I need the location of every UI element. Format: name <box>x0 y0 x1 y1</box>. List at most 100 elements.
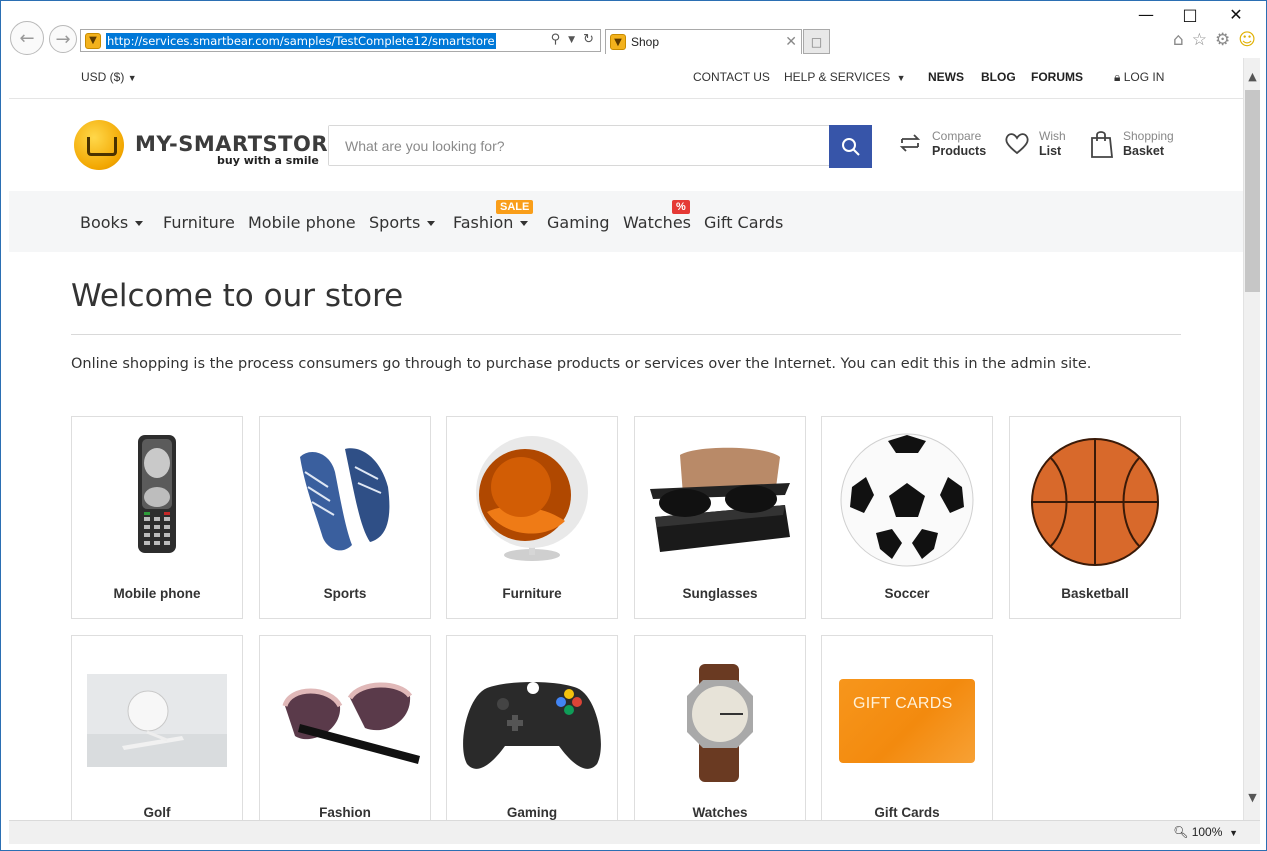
minimize-button[interactable]: — <box>1123 5 1169 24</box>
page-title: Welcome to our store <box>71 278 404 314</box>
scroll-down-arrow-icon[interactable]: ▼ <box>1244 791 1261 809</box>
tab-close-icon[interactable]: ✕ <box>785 34 797 50</box>
category-label[interactable]: Watches <box>635 805 805 820</box>
back-button[interactable]: ← <box>10 21 44 55</box>
soccer-ball-icon <box>840 433 974 567</box>
menu-item-gaming[interactable]: Gaming <box>547 213 610 232</box>
sneakers-icon <box>300 448 390 551</box>
basket-logo-icon[interactable] <box>74 120 124 170</box>
help-services-label: HELP & SERVICES <box>784 70 891 84</box>
logo-name[interactable]: MY-SMARTSTORE <box>135 132 343 156</box>
category-label[interactable]: Sunglasses <box>635 586 805 601</box>
feedback-smiley-icon[interactable]: ☺ <box>1238 30 1256 50</box>
currency-selector[interactable]: USD ($) ▼ <box>81 70 137 84</box>
percent-badge: % <box>672 200 690 214</box>
category-label[interactable]: Basketball <box>1010 586 1180 601</box>
blog-link[interactable]: BLOG <box>981 70 1016 84</box>
basketball-icon <box>1031 438 1159 566</box>
menu-item-fashion[interactable]: Fashion <box>453 213 529 232</box>
search-button[interactable] <box>829 125 872 168</box>
chevron-down-icon: ▼ <box>127 73 137 83</box>
scroll-up-arrow-icon[interactable]: ▲ <box>1244 70 1261 88</box>
home-icon[interactable]: ⌂ <box>1173 30 1184 50</box>
fashion-sunglasses-icon <box>282 682 420 764</box>
category-tile-soccer[interactable]: Soccer <box>821 416 993 619</box>
logo-tagline: buy with a smile <box>217 154 319 167</box>
heart-icon <box>1005 133 1029 155</box>
shopping-bag-icon <box>1091 131 1113 158</box>
category-label[interactable]: Mobile phone <box>72 586 242 601</box>
address-url[interactable]: http://services.smartbear.com/samples/Te… <box>106 32 496 49</box>
menu-item-books[interactable]: Books <box>80 213 144 232</box>
category-label[interactable]: Gift Cards <box>822 805 992 820</box>
forward-arrow-icon: → <box>55 28 71 50</box>
gift-card-icon: GIFT CARDS <box>822 636 992 801</box>
news-link[interactable]: NEWS <box>928 70 964 84</box>
zoom-level[interactable]: 🔍︎ 100% ▼ <box>1173 825 1238 839</box>
vertical-scrollbar[interactable]: ▲ ▼ <box>1243 58 1260 820</box>
category-menu: Books Furniture Mobile phone Sports Fash… <box>9 191 1243 252</box>
top-bar: USD ($) ▼ CONTACT US HELP & SERVICES ▼ N… <box>9 58 1243 99</box>
wishlist-button[interactable]: Wish List <box>1003 129 1073 161</box>
contact-us-link[interactable]: CONTACT US <box>693 70 770 84</box>
menu-label: Fashion <box>453 213 514 232</box>
menu-item-watches[interactable]: Watches <box>623 213 691 232</box>
help-services-menu[interactable]: HELP & SERVICES ▼ <box>784 70 906 84</box>
category-label[interactable]: Fashion <box>260 805 430 820</box>
category-tile-watches[interactable]: Watches <box>634 635 806 820</box>
category-tile-gift-cards[interactable]: GIFT CARDS Gift Cards <box>821 635 993 820</box>
caret-down-icon <box>520 221 529 226</box>
menu-item-furniture[interactable]: Furniture <box>163 213 235 232</box>
scrollbar-thumb[interactable] <box>1245 90 1260 292</box>
browser-window: — □ ✕ ← → ▼ http://services.smartbear.co… <box>0 0 1267 851</box>
category-tile-gaming[interactable]: Gaming <box>446 635 618 820</box>
category-tile-furniture[interactable]: Furniture <box>446 416 618 619</box>
sale-badge: SALE <box>496 200 534 214</box>
category-tile-sunglasses[interactable]: Sunglasses <box>634 416 806 619</box>
divider <box>71 334 1181 335</box>
search-icon[interactable]: ⚲ <box>551 32 561 47</box>
search-input[interactable] <box>329 126 829 165</box>
category-label[interactable]: Furniture <box>447 586 617 601</box>
dropdown-icon[interactable]: ▼ <box>568 32 575 47</box>
forums-link[interactable]: FORUMS <box>1031 70 1083 84</box>
login-label: LOG IN <box>1123 70 1165 84</box>
back-arrow-icon: ← <box>19 27 35 49</box>
maximize-button[interactable]: □ <box>1167 5 1213 24</box>
menu-item-mobile-phone[interactable]: Mobile phone <box>248 213 356 232</box>
browser-tab[interactable]: ▼ Shop ✕ <box>605 29 802 54</box>
site-header: MY-SMARTSTORE buy with a smile Compare P… <box>9 99 1243 191</box>
category-tile-sports[interactable]: Sports <box>259 416 431 619</box>
menu-item-gift-cards[interactable]: Gift Cards <box>704 213 783 232</box>
caret-down-icon <box>427 221 436 226</box>
zoom-value: 100% <box>1191 825 1223 839</box>
forward-button[interactable]: → <box>49 25 77 53</box>
caret-down-icon <box>135 221 144 226</box>
zoom-icon: 🔍︎ <box>1173 825 1189 839</box>
category-tile-fashion[interactable]: Fashion <box>259 635 431 820</box>
refresh-icon[interactable]: ↻ <box>583 32 594 47</box>
category-tile-golf[interactable]: Golf <box>71 635 243 820</box>
close-window-button[interactable]: ✕ <box>1213 5 1259 24</box>
menu-label: Books <box>80 213 129 232</box>
shopping-basket-button[interactable]: Shopping Basket <box>1089 129 1179 161</box>
address-bar[interactable]: ▼ http://services.smartbear.com/samples/… <box>80 29 601 52</box>
chevron-down-icon: ▼ <box>1229 828 1238 838</box>
favorites-star-icon[interactable]: ☆ <box>1192 30 1207 50</box>
mobile-phone-icon <box>138 435 176 553</box>
category-label[interactable]: Sports <box>260 586 430 601</box>
category-tile-basketball[interactable]: Basketball <box>1009 416 1181 619</box>
search-box <box>328 125 829 166</box>
menu-item-sports[interactable]: Sports <box>369 213 436 232</box>
category-tile-mobile-phone[interactable]: Mobile phone <box>71 416 243 619</box>
compare-products-button[interactable]: Compare Products <box>896 129 986 161</box>
category-label[interactable]: Soccer <box>822 586 992 601</box>
category-label[interactable]: Gaming <box>447 805 617 820</box>
lock-icon: 🔒︎ <box>1114 70 1121 84</box>
new-tab-button[interactable]: □ <box>803 29 830 54</box>
settings-gear-icon[interactable]: ⚙ <box>1215 30 1230 50</box>
intro-text: Online shopping is the process consumers… <box>71 356 1092 372</box>
basket-big-label: Basket <box>1123 144 1164 158</box>
category-label[interactable]: Golf <box>72 805 242 820</box>
login-link[interactable]: 🔒︎ LOG IN <box>1114 70 1164 85</box>
